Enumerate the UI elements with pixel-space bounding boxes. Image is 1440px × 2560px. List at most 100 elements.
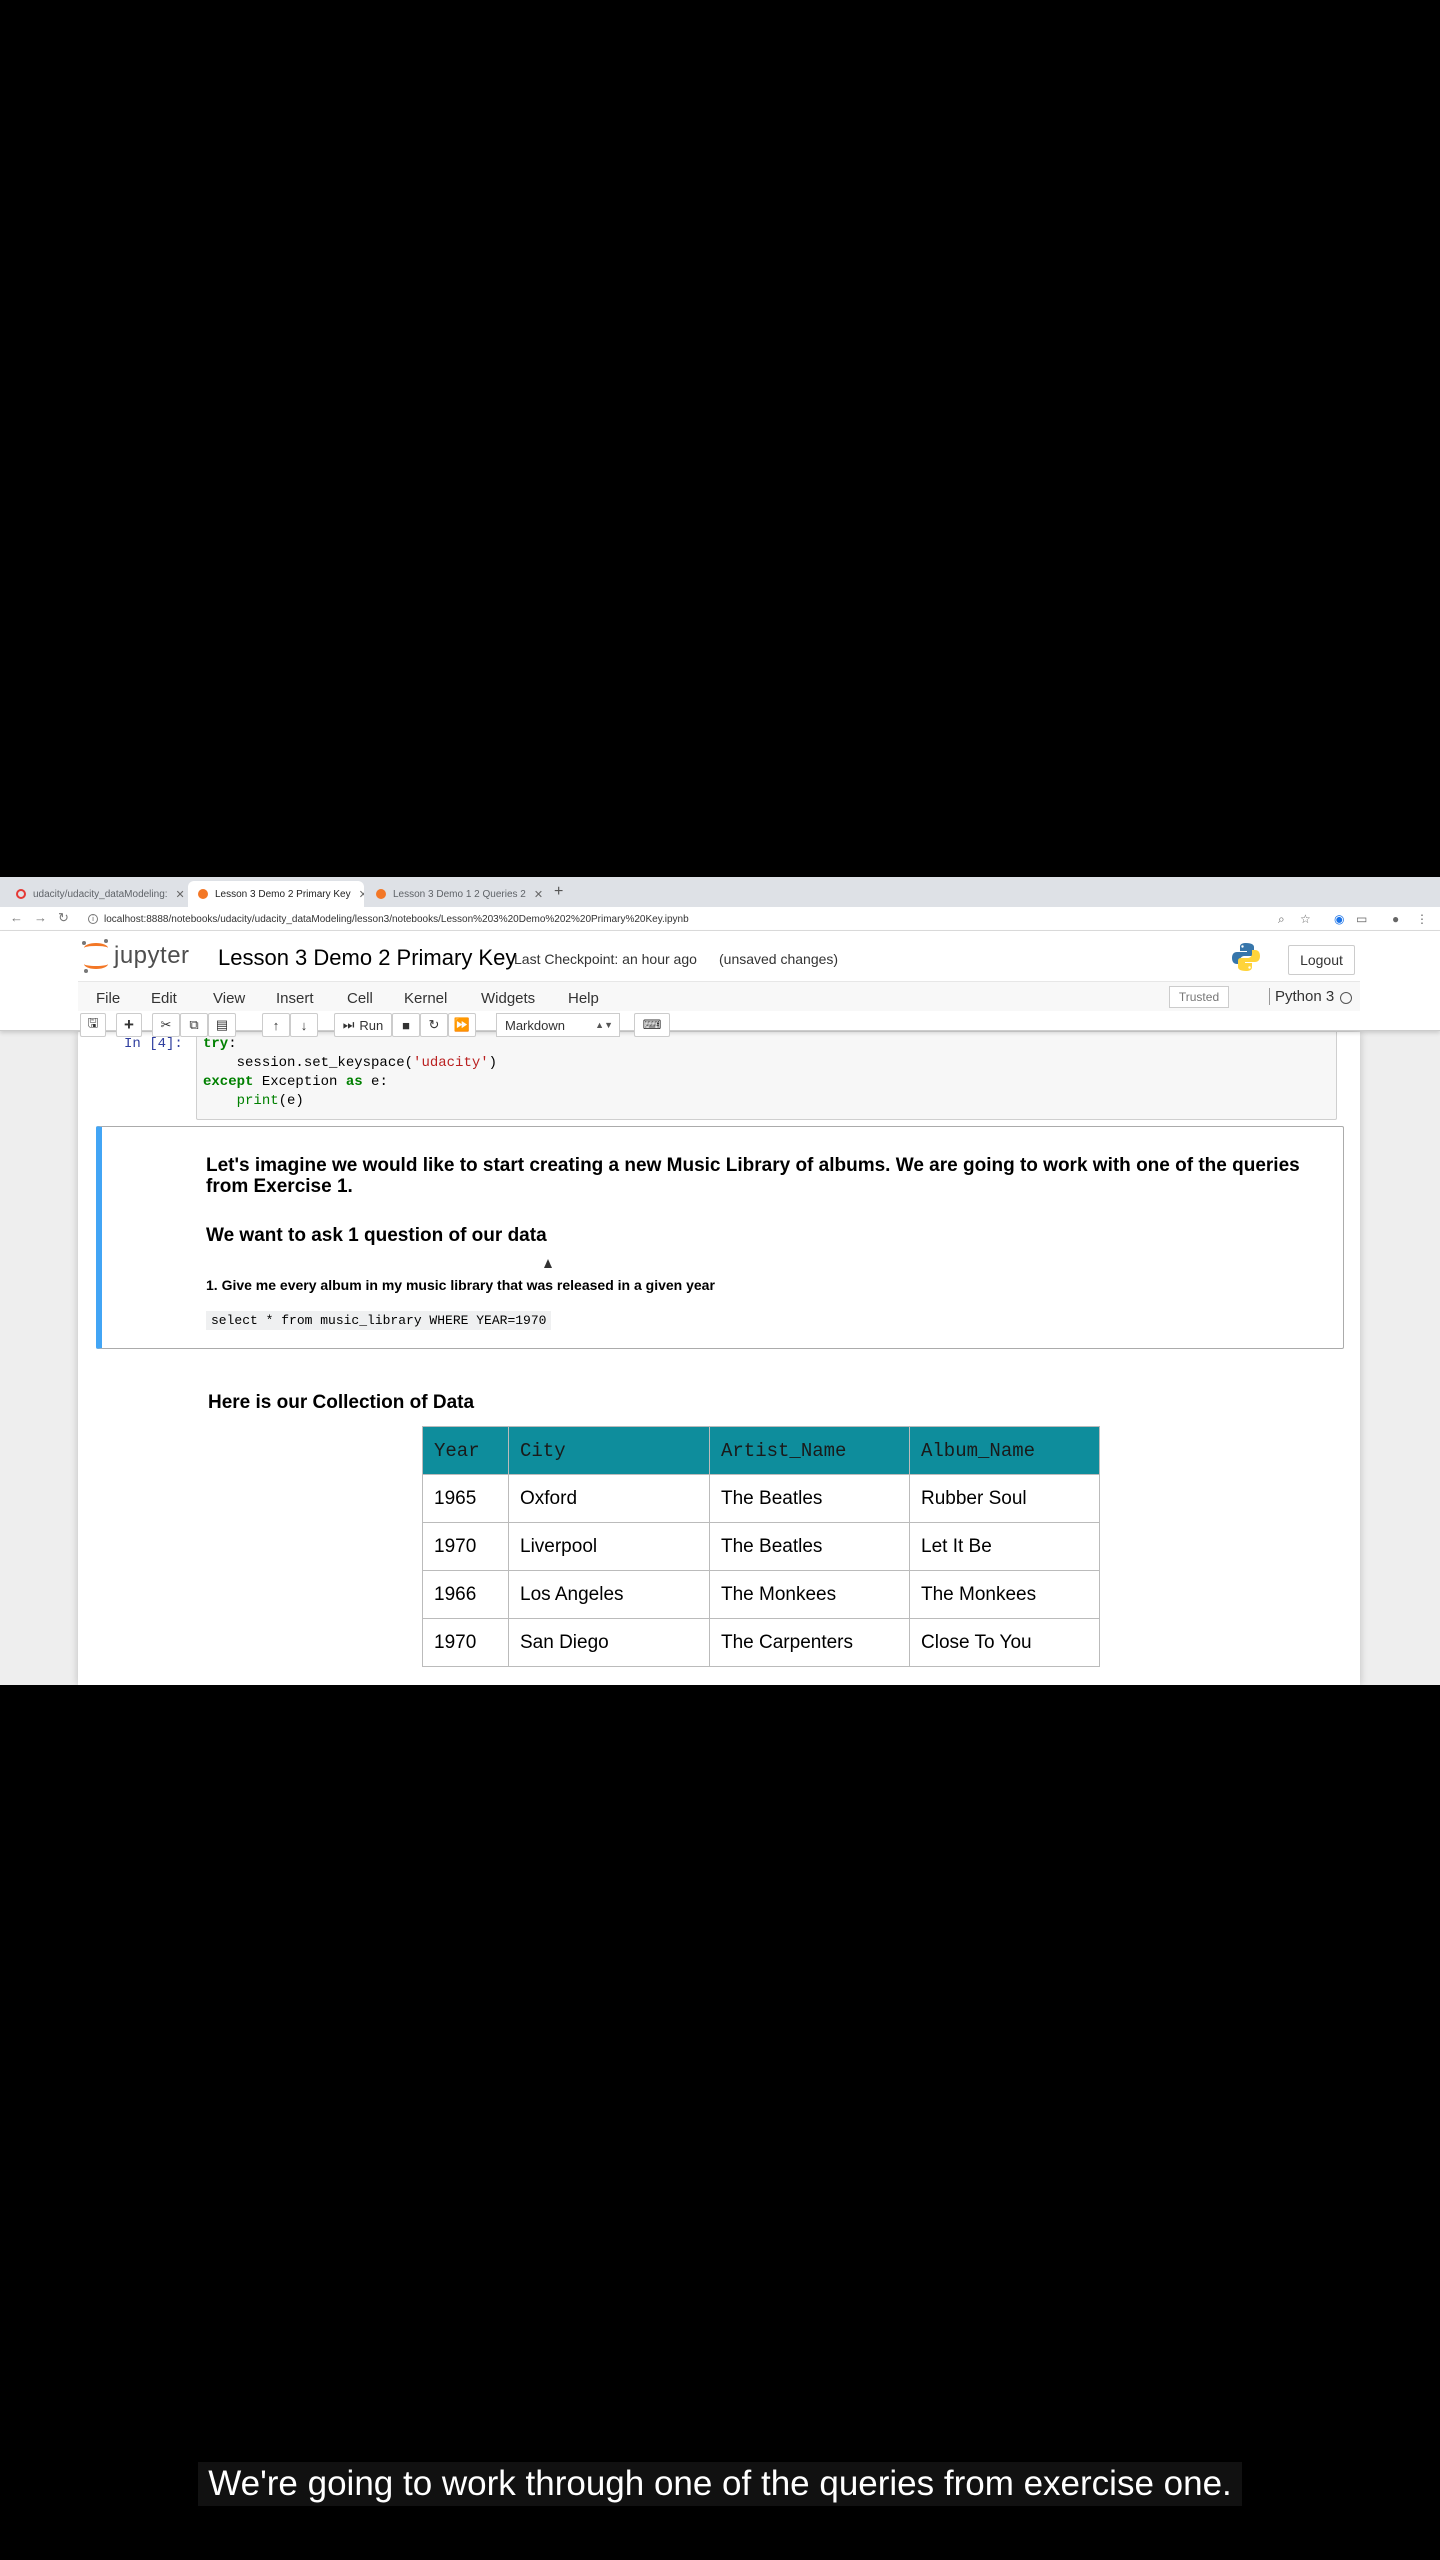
menu-insert[interactable]: Insert [276,990,314,1007]
menu-widgets[interactable]: Widgets [481,990,535,1007]
jupyter-logo-icon [82,939,110,973]
select-arrows-icon: ▲▼ [595,1020,613,1030]
menu-cell[interactable]: Cell [347,990,373,1007]
table-row: 1970 San Diego The Carpenters Close To Y… [422,1618,1100,1667]
zoom-icon[interactable]: ⌕ [1278,912,1285,927]
table-row: 1966 Los Angeles The Monkees The Monkees [422,1570,1100,1619]
logout-button[interactable]: Logout [1288,945,1355,975]
screen-recording: udacity/udacity_dataModeling: ✕ Lesson 3… [0,877,1440,1685]
browser-tab-lesson3-demo2[interactable]: Lesson 3 Demo 2 Primary Key ✕ [188,881,364,907]
table-cell: The Monkees [909,1570,1100,1619]
jupyter-header: jupyter Lesson 3 Demo 2 Primary Key Last… [0,931,1440,1037]
copy-icon: ⧉ [189,1017,199,1032]
column-header: City [508,1426,710,1475]
menu-help[interactable]: Help [568,990,599,1007]
address-bar: ← → ↻ i localhost:8888/notebooks/udacity… [0,907,1440,931]
command-palette-button[interactable]: ⌨ [634,1013,670,1037]
jupyter-logo[interactable]: jupyter [82,939,190,973]
music-library-table: Year City Artist_Name Album_Name 1965 Ox… [422,1426,1100,1667]
table-header-row: Year City Artist_Name Album_Name [422,1426,1100,1475]
code-line: try: [203,1036,237,1052]
profile-avatar-icon[interactable]: ● [1392,912,1399,926]
table-cell: Rubber Soul [909,1474,1100,1523]
table-cell: The Monkees [709,1570,910,1619]
notebook-title[interactable]: Lesson 3 Demo 2 Primary Key [218,945,516,971]
table-cell: Liverpool [508,1522,710,1571]
close-icon[interactable]: ✕ [351,888,364,901]
jupyter-favicon-icon [376,889,386,899]
menu-view[interactable]: View [213,990,245,1007]
notebook-container: In [4]: try: session.set_keyspace('udaci… [78,1032,1360,1685]
table-cell: 1970 [422,1618,509,1667]
insert-cell-button[interactable]: + [116,1013,142,1037]
extension-icon[interactable]: ▭ [1356,912,1367,926]
collection-heading: Here is our Collection of Data [208,1392,475,1413]
menu-file[interactable]: File [96,990,120,1007]
jupyter-logo-text: jupyter [114,942,190,969]
extension-icon[interactable]: ◉ [1334,912,1344,926]
table-cell: The Beatles [709,1474,910,1523]
checkpoint-status: Last Checkpoint: an hour ago [514,951,697,967]
scissors-icon: ✂ [160,1017,172,1032]
notebook-toolbar: 🖫 + ✂ ⧉ ▤ ↑ ↓ ⏭ Run ■ ↻ ⏩ Markdown ▲▼ ⌨ [78,1011,1360,1037]
arrow-up-icon: ↑ [272,1017,280,1033]
browser-tab-lesson3-demo1[interactable]: Lesson 3 Demo 1 2 Queries 2 ✕ [366,881,546,907]
input-prompt: In [4]: [124,1036,183,1052]
cut-button[interactable]: ✂ [152,1013,180,1037]
copy-button[interactable]: ⧉ [180,1013,208,1037]
close-icon[interactable]: ✕ [526,888,543,901]
table-row: 1965 Oxford The Beatles Rubber Soul [422,1474,1100,1523]
table-cell: Los Angeles [508,1570,710,1619]
table-cell: 1966 [422,1570,509,1619]
chrome-menu-icon[interactable]: ⋮ [1416,912,1428,926]
save-button[interactable]: 🖫 [80,1013,106,1037]
url-field[interactable]: i localhost:8888/notebooks/udacity/udaci… [88,910,1278,928]
paste-icon: ▤ [215,1017,229,1032]
save-icon: 🖫 [87,1015,99,1030]
menu-kernel[interactable]: Kernel [404,990,447,1007]
browser-tab-github[interactable]: udacity/udacity_dataModeling: ✕ [6,881,186,907]
info-icon: i [88,914,98,924]
code-editor[interactable]: try: session.set_keyspace('udacity') exc… [196,1032,1337,1120]
arrow-down-icon: ↓ [300,1017,308,1033]
kernel-idle-icon [1340,992,1352,1004]
paste-button[interactable]: ▤ [208,1013,236,1037]
bookmark-star-icon[interactable]: ☆ [1300,912,1311,926]
code-cell[interactable]: In [4]: try: session.set_keyspace('udaci… [78,1032,1360,1120]
tab-label: Lesson 3 Demo 1 2 Queries 2 [393,888,526,900]
run-label: Run [359,1017,384,1033]
markdown-cell-selected[interactable]: Let's imagine we would like to start cre… [96,1126,1344,1349]
kernel-name[interactable]: Python 3 [1269,988,1334,1005]
cell-type-value: Markdown [505,1017,565,1033]
move-down-button[interactable]: ↓ [290,1013,318,1037]
move-up-button[interactable]: ↑ [262,1013,290,1037]
restart-icon: ↻ [428,1017,440,1032]
cell-type-select[interactable]: Markdown ▲▼ [496,1013,620,1037]
reload-icon[interactable]: ↻ [58,910,69,926]
back-icon[interactable]: ← [10,910,23,925]
run-button[interactable]: ⏭ Run [334,1013,392,1037]
table-cell: Close To You [909,1618,1100,1667]
menu-bar: File Edit View Insert Cell Kernel Widget… [78,981,1360,1011]
restart-run-all-button[interactable]: ⏩ [448,1013,476,1037]
forward-icon[interactable]: → [34,910,47,925]
question-item: 1. Give me every album in my music libra… [206,1277,715,1293]
plus-icon: + [124,1015,134,1034]
new-tab-icon[interactable]: + [554,883,563,901]
column-header: Album_Name [909,1426,1100,1475]
code-line: session.set_keyspace('udacity') [236,1055,498,1071]
menu-edit[interactable]: Edit [151,990,177,1007]
interrupt-button[interactable]: ■ [392,1013,420,1037]
restart-button[interactable]: ↻ [420,1013,448,1037]
code-line: print(e) [236,1093,304,1109]
sql-query-code: select * from music_library WHERE YEAR=1… [206,1311,552,1330]
table-cell: 1965 [422,1474,509,1523]
table-cell: 1970 [422,1522,509,1571]
caption-text: We're going to work through one of the q… [198,2462,1242,2506]
url-text: localhost:8888/notebooks/udacity/udacity… [104,913,689,925]
python-logo-icon [1232,943,1260,971]
trusted-indicator[interactable]: Trusted [1169,986,1229,1008]
table-cell: Let It Be [909,1522,1100,1571]
close-icon[interactable]: ✕ [168,888,185,901]
jupyter-favicon-icon [198,889,208,899]
